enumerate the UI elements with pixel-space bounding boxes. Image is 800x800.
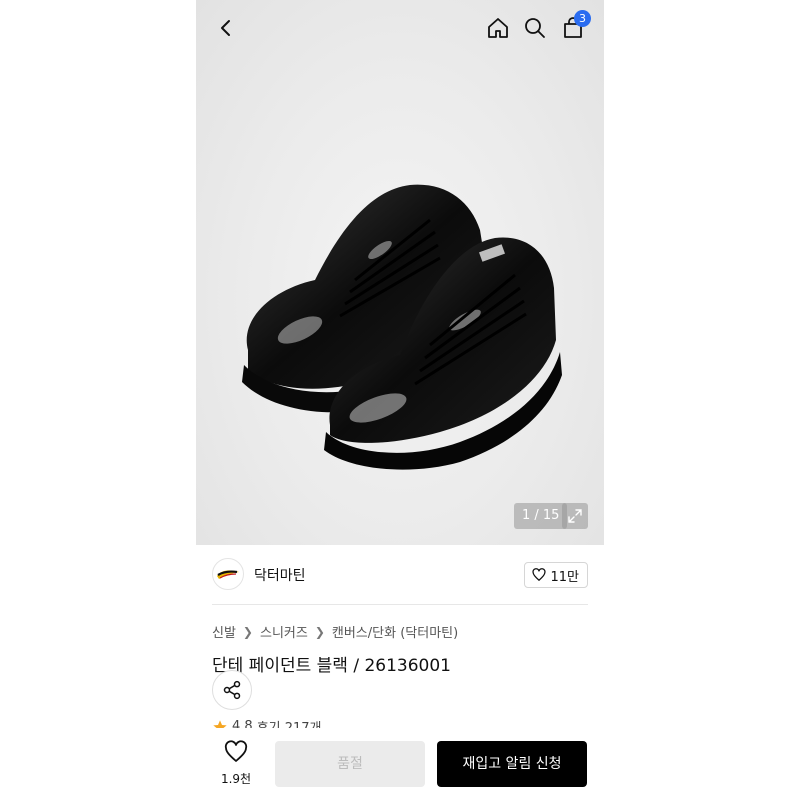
cart-count-badge: 3 [574, 10, 591, 27]
home-button[interactable] [482, 12, 514, 44]
product-page: 3 1 / 15 닥터마틴 11만 신발 ❯ 스니커즈 ❯ 캔버스/단화 (닥터… [196, 0, 604, 800]
back-button[interactable] [210, 12, 242, 44]
product-title: 단테 페이던트 블랙 / 26136001 [212, 656, 451, 676]
product-gallery[interactable]: 3 1 / 15 [196, 0, 604, 545]
wishlist-count: 1.9천 [220, 772, 252, 786]
restock-notify-button[interactable]: 재입고 알림 신청 [437, 741, 587, 787]
image-counter: 1 / 15 [514, 503, 568, 529]
dr-martens-logo-icon [217, 570, 239, 579]
cart-button[interactable]: 3 [557, 10, 591, 44]
brand-row: 닥터마틴 11만 [212, 556, 588, 604]
bottom-action-bar: 1.9천 품절 재입고 알림 신청 [196, 728, 604, 800]
product-image [242, 184, 562, 470]
brand-like-button[interactable]: 11만 [524, 562, 588, 588]
share-button[interactable] [212, 670, 252, 710]
heart-icon [224, 740, 248, 762]
expand-icon [568, 509, 582, 523]
brand-like-count: 11만 [550, 569, 579, 585]
brand-name[interactable]: 닥터마틴 [254, 565, 306, 585]
heart-icon [532, 568, 547, 581]
breadcrumb-item-sneakers[interactable]: 스니커즈 [260, 622, 308, 641]
chevron-left-icon [221, 20, 230, 36]
top-navigation: 3 [196, 0, 604, 56]
brand-logo[interactable] [212, 558, 244, 590]
share-icon [223, 680, 241, 700]
expand-image-button[interactable] [562, 503, 588, 529]
wishlist-button[interactable]: 1.9천 [216, 740, 256, 790]
soldout-button: 품절 [275, 741, 425, 787]
search-button[interactable] [519, 12, 551, 44]
home-icon [488, 18, 508, 38]
breadcrumb-item-canvas[interactable]: 캔버스/단화 (닥터마틴) [332, 622, 458, 641]
divider [212, 604, 588, 605]
chevron-right-icon: ❯ [242, 624, 253, 639]
chevron-right-icon: ❯ [314, 624, 325, 639]
breadcrumb-item-shoes[interactable]: 신발 [212, 622, 236, 641]
search-icon [525, 18, 545, 38]
breadcrumb: 신발 ❯ 스니커즈 ❯ 캔버스/단화 (닥터마틴) [212, 622, 458, 642]
